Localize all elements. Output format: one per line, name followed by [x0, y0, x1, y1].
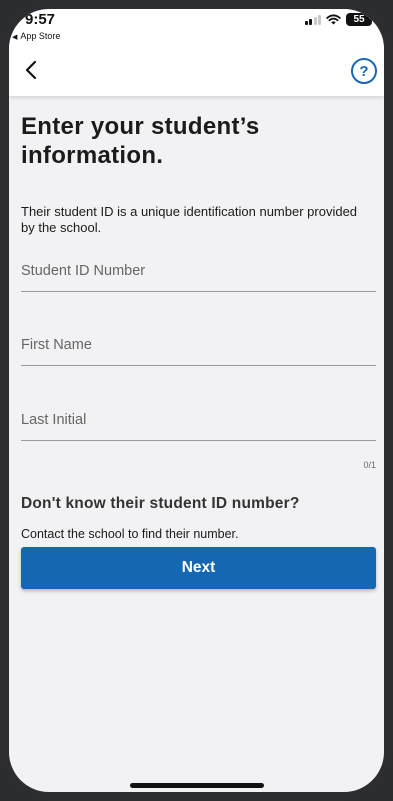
last-initial-input[interactable] [21, 412, 376, 428]
battery-icon: 55 [346, 13, 375, 26]
page-title: Enter your student’s information. [21, 113, 260, 169]
help-heading: Don't know their student ID number? [21, 495, 300, 512]
character-counter: 0/1 [363, 460, 376, 470]
first-name-input[interactable] [21, 337, 376, 353]
battery-level: 55 [353, 14, 365, 25]
first-name-field[interactable] [21, 325, 376, 366]
phone-frame: 9:57 ◀ App Store 55 ? Enter your student… [0, 0, 393, 801]
question-circle-icon: ? [359, 62, 369, 80]
back-button[interactable] [19, 57, 43, 83]
help-button[interactable]: ? [351, 58, 377, 84]
app-screen: 9:57 ◀ App Store 55 ? Enter your student… [9, 9, 384, 792]
chevron-left-icon [25, 60, 37, 80]
back-to-app-link[interactable]: ◀ App Store [12, 31, 60, 41]
student-id-input[interactable] [21, 263, 376, 279]
student-id-field[interactable] [21, 251, 376, 292]
status-icons: 55 [304, 13, 375, 26]
back-triangle-icon: ◀ [12, 34, 18, 41]
status-time: 9:57 [25, 11, 56, 28]
header: 9:57 ◀ App Store 55 ? [9, 9, 384, 96]
wifi-icon [326, 14, 341, 25]
page-description: Their student ID is a unique identificat… [21, 204, 358, 235]
back-app-label: App Store [20, 31, 61, 41]
help-text: Contact the school to find their number. [21, 527, 239, 541]
last-initial-field[interactable] [21, 400, 376, 441]
home-indicator [130, 783, 264, 788]
cellular-signal-icon [304, 14, 321, 25]
next-button[interactable]: Next [21, 547, 376, 589]
